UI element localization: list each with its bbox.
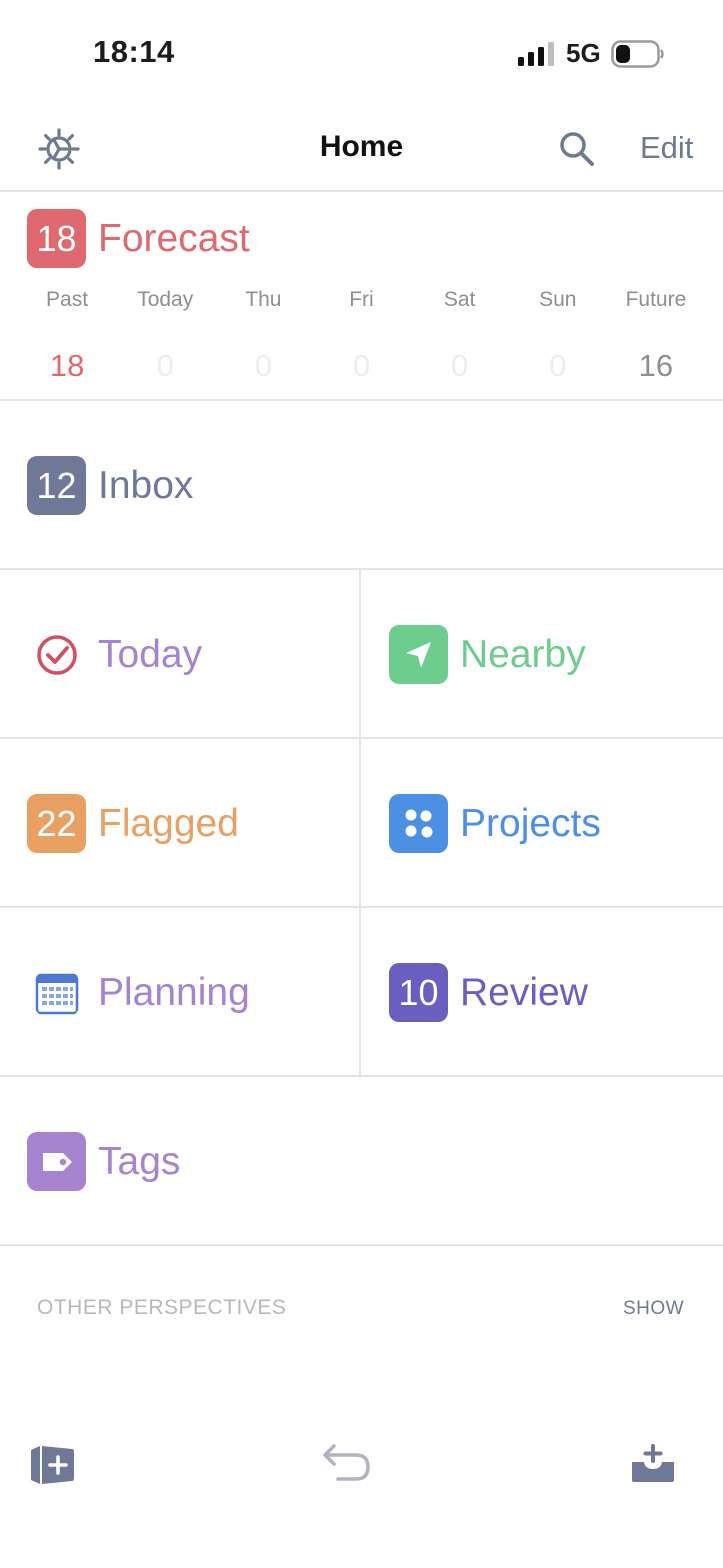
edit-button[interactable]: Edit [640, 130, 693, 166]
day-name: Thu [245, 288, 282, 311]
review-label: Review [460, 971, 588, 1014]
forecast-day[interactable]: Sat 0 [411, 288, 509, 384]
review-badge: 10 [389, 963, 448, 1022]
today-label: Today [98, 633, 203, 676]
review-cell[interactable]: 10 Review [361, 908, 723, 1077]
inbox-add-icon[interactable] [630, 1444, 676, 1484]
inbox-badge: 12 [27, 456, 86, 515]
planning-cell[interactable]: Planning [0, 908, 361, 1077]
projects-icon [389, 794, 448, 853]
day-name: Fri [349, 288, 374, 311]
forecast-day[interactable]: Future 16 [607, 288, 705, 384]
day-count: 0 [156, 348, 174, 383]
tags-label: Tags [98, 1140, 181, 1183]
nearby-cell[interactable]: Nearby [361, 570, 723, 739]
battery-icon [611, 40, 664, 68]
day-count: 0 [451, 348, 469, 383]
forecast-day[interactable]: Past 18 [18, 288, 116, 384]
planning-label: Planning [98, 971, 250, 1014]
forecast-day[interactable]: Today 0 [116, 288, 214, 384]
forecast-days: Past 18 Today 0 Thu 0 Fri 0 Sat 0 Sun 0 … [18, 288, 705, 384]
day-name: Past [46, 288, 89, 311]
inbox-row[interactable]: 12 Inbox [0, 401, 723, 570]
signal-icon [518, 42, 554, 66]
nearby-label: Nearby [460, 633, 586, 676]
network-label: 5G [566, 38, 601, 68]
search-icon[interactable] [558, 130, 596, 168]
today-cell[interactable]: Today [0, 570, 361, 739]
day-name: Sun [539, 288, 577, 311]
undo-icon[interactable] [320, 1442, 374, 1484]
day-name: Future [625, 288, 687, 311]
forecast-badge: 18 [27, 209, 86, 268]
forecast-day[interactable]: Thu 0 [214, 288, 312, 384]
flagged-badge: 22 [27, 794, 86, 853]
day-name: Today [137, 288, 194, 311]
forecast-day[interactable]: Sun 0 [509, 288, 607, 384]
day-count: 0 [254, 348, 272, 383]
sidebar-add-icon[interactable] [28, 1444, 76, 1486]
status-time: 18:14 [93, 34, 175, 69]
calendar-icon [35, 973, 79, 1015]
page-title: Home [319, 130, 404, 163]
inbox-label: Inbox [98, 464, 194, 507]
location-arrow-icon [389, 625, 448, 684]
day-count: 0 [549, 348, 567, 383]
day-count: 16 [638, 348, 674, 383]
show-button[interactable]: SHOW [623, 1298, 684, 1320]
flagged-label: Flagged [98, 802, 239, 845]
day-name: Sat [443, 288, 476, 311]
forecast-label: Forecast [98, 217, 250, 260]
status-bar: 18:14 5G [0, 0, 723, 100]
tag-icon [27, 1132, 86, 1191]
tags-row[interactable]: Tags [0, 1077, 723, 1246]
forecast-day[interactable]: Fri 0 [312, 288, 410, 384]
day-count: 0 [352, 348, 371, 383]
nav-bar: Home Edit [0, 110, 723, 192]
day-count: 18 [49, 348, 85, 383]
projects-label: Projects [460, 802, 601, 845]
projects-cell[interactable]: Projects [361, 739, 723, 908]
forecast-row[interactable]: 18 Forecast Past 18 Today 0 Thu 0 Fri 0 … [0, 192, 723, 401]
flagged-cell[interactable]: 22 Flagged [0, 739, 361, 908]
other-perspectives-heading: OTHER PERSPECTIVES [37, 1296, 287, 1319]
checkmark-circle-icon [37, 635, 77, 675]
